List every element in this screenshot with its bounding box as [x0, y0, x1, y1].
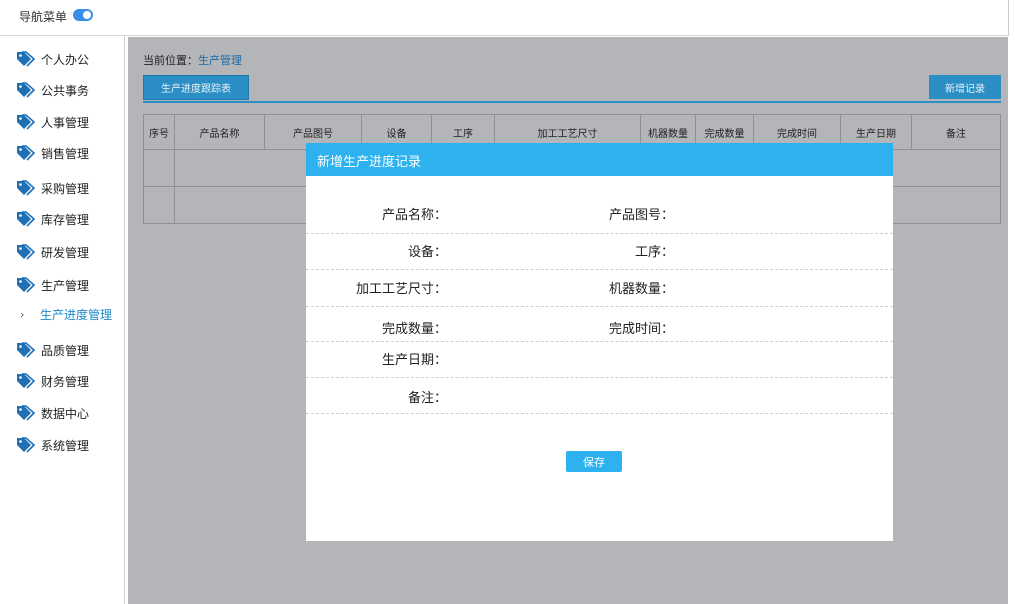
input-product-name[interactable] [451, 202, 591, 224]
sidebar-item-label: 销售管理 [41, 146, 90, 161]
tab-production-progress[interactable]: 生产进度跟踪表 [143, 75, 249, 100]
sidebar-item-data-center[interactable]: 数据中心 [16, 403, 89, 423]
sidebar-item-public-affairs[interactable]: 公共事务 [16, 80, 89, 100]
tag-icon [17, 405, 36, 421]
sidebar-item-label: 生产管理 [41, 278, 90, 293]
sidebar-item-sales[interactable]: 销售管理 [16, 143, 89, 163]
input-completed-count[interactable] [451, 312, 591, 334]
breadcrumb: 当前位置：生产管理 [143, 52, 242, 68]
tag-icon [17, 342, 36, 358]
input-production-date[interactable] [451, 347, 591, 369]
form-row: 生产日期： [306, 341, 893, 378]
sidebar-item-label: 公共事务 [41, 83, 90, 98]
form-row: 加工工艺尺寸： 机器数量： [306, 269, 893, 307]
modal-header: 新增生产进度记录 [306, 143, 893, 176]
form-row: 设备： 工序： [306, 233, 893, 270]
table-cell [143, 149, 175, 187]
label-remarks: 备注： [407, 391, 447, 406]
form-row: 产品名称： 产品图号： [306, 196, 893, 234]
nav-menu-title: 导航菜单 [19, 10, 68, 24]
chevron-right-icon: › [20, 307, 25, 321]
label-product-drawing: 产品图号： [608, 208, 674, 223]
label-equipment: 设备： [407, 245, 447, 260]
sidebar-item-purchasing[interactable]: 采购管理 [16, 178, 89, 198]
sidebar-item-label: 库存管理 [41, 212, 90, 227]
tag-icon [17, 277, 36, 293]
col-header-remarks: 备注 [911, 114, 1001, 150]
sidebar-item-finance[interactable]: 财务管理 [16, 371, 89, 391]
input-completed-time[interactable] [678, 312, 878, 334]
sidebar-item-label: 采购管理 [41, 181, 90, 196]
label-completed-time: 完成时间： [608, 322, 674, 337]
add-progress-modal: 新增生产进度记录 产品名称： 产品图号： 设备： 工序： 加工工艺尺寸： 机器数… [306, 143, 893, 541]
label-machining-size: 加工工艺尺寸： [355, 282, 447, 297]
nav-menu-toggle[interactable] [73, 9, 93, 21]
form-row: 备注： [306, 377, 893, 414]
tag-icon [17, 211, 36, 227]
input-equipment[interactable] [451, 239, 591, 261]
label-process: 工序： [634, 245, 674, 260]
sidebar-item-label: 个人办公 [41, 52, 90, 67]
sidebar-item-label: 品质管理 [41, 343, 90, 358]
breadcrumb-current[interactable]: 生产管理 [198, 54, 242, 67]
label-product-name: 产品名称： [381, 208, 447, 223]
sidebar-item-inventory[interactable]: 库存管理 [16, 209, 89, 229]
sidebar-item-rnd[interactable]: 研发管理 [16, 242, 89, 262]
label-production-date: 生产日期： [381, 353, 447, 368]
toggle-knob [83, 11, 91, 19]
tag-icon [17, 244, 36, 260]
add-record-button[interactable]: 新增记录 [929, 75, 1001, 99]
sidebar-item-label: 研发管理 [41, 245, 90, 260]
sidebar-subitem-production-progress[interactable]: › 生产进度管理 [20, 305, 112, 323]
tag-icon [17, 114, 36, 130]
sidebar: 个人办公 公共事务 人事管理 销售管理 采购管理 库存管理 研发管理 生产管理 … [0, 36, 125, 604]
sidebar-item-label: 财务管理 [41, 374, 90, 389]
sidebar-item-hr[interactable]: 人事管理 [16, 112, 89, 132]
form-row: 完成数量： 完成时间： [306, 306, 893, 342]
sidebar-item-production[interactable]: 生产管理 [16, 275, 89, 295]
sidebar-item-quality[interactable]: 品质管理 [16, 340, 89, 360]
input-process[interactable] [678, 239, 878, 261]
tag-icon [17, 373, 36, 389]
sidebar-subitem-label: 生产进度管理 [40, 307, 113, 322]
save-button[interactable]: 保存 [566, 451, 622, 472]
tag-icon [17, 180, 36, 196]
modal-title: 新增生产进度记录 [317, 155, 422, 170]
col-header-product-name: 产品名称 [174, 114, 265, 150]
input-product-drawing[interactable] [678, 202, 878, 224]
tab-underline [143, 101, 1001, 103]
tag-icon [17, 437, 36, 453]
label-completed-count: 完成数量： [381, 322, 447, 337]
table-cell [143, 186, 175, 224]
label-machine-count: 机器数量： [608, 282, 674, 297]
input-machine-count[interactable] [678, 275, 878, 297]
sidebar-item-label: 数据中心 [41, 406, 90, 421]
input-remarks[interactable] [451, 383, 871, 405]
breadcrumb-prefix: 当前位置： [143, 54, 198, 67]
sidebar-item-system[interactable]: 系统管理 [16, 435, 89, 455]
col-header-index: 序号 [143, 114, 175, 150]
tag-icon [17, 145, 36, 161]
sidebar-item-label: 系统管理 [41, 438, 90, 453]
top-bar: 导航菜单 [0, 0, 1009, 36]
sidebar-item-label: 人事管理 [41, 115, 90, 130]
tag-icon [17, 82, 36, 98]
input-machining-size[interactable] [451, 275, 591, 297]
tag-icon [17, 51, 36, 67]
sidebar-item-personal-office[interactable]: 个人办公 [16, 49, 89, 69]
